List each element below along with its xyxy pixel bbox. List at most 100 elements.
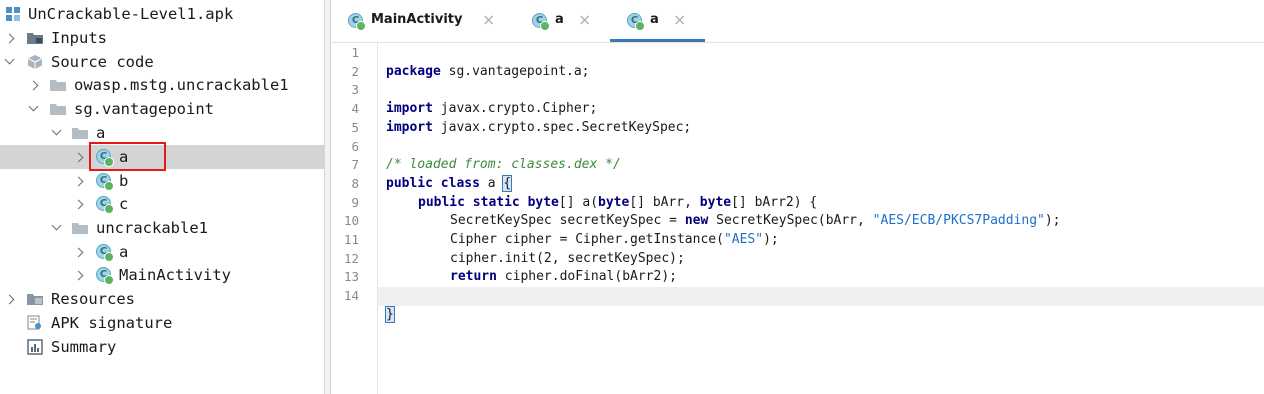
tree-item-package-owasp[interactable]: owasp.mstg.uncrackable1 (0, 73, 324, 97)
tree-item-class-a-uncrackable1[interactable]: C a (0, 240, 324, 264)
tree-item-source-code[interactable]: Source code (0, 50, 324, 74)
tree-item-package-sg-vantagepoint[interactable]: sg.vantagepoint (0, 97, 324, 121)
line-number: 1 (351, 45, 359, 60)
tab-a-1[interactable]: C a × (515, 0, 605, 42)
tab-label: a (555, 12, 564, 27)
class-icon: C (96, 196, 114, 214)
keyword: import (386, 119, 433, 135)
tree-item-label: APK signature (51, 314, 173, 332)
line-number: 14 (343, 288, 359, 304)
line-number: 3 (351, 82, 359, 98)
line-number: 13 (343, 269, 359, 285)
code-line-4: import javax.crypto.spec.SecretKeySpec; (378, 100, 1264, 135)
chevron-down-icon[interactable] (51, 125, 62, 136)
class-icon: C (96, 173, 114, 191)
tree-item-label: UnCrackable-Level1.apk (28, 5, 234, 23)
tree-item-label: Resources (51, 290, 135, 308)
chevron-down-icon[interactable] (4, 54, 15, 65)
tree-item-class-c[interactable]: C c (0, 192, 324, 216)
line-number: 9 (351, 194, 359, 210)
keyword: package (386, 63, 441, 79)
chevron-right-icon[interactable] (73, 176, 84, 187)
class-icon: C (96, 267, 114, 285)
tree-item-label: a (119, 243, 129, 261)
inputs-folder-icon (27, 33, 43, 44)
tree-item-label: Source code (51, 53, 154, 71)
tree-item-label: Summary (51, 338, 117, 356)
tree-item-class-mainactivity[interactable]: C MainActivity (0, 263, 324, 287)
code-line-13: } (378, 268, 1264, 303)
package-folder-icon (72, 223, 88, 234)
code-line-11: cipher.init(2, secretKeySpec); (378, 231, 1264, 266)
chevron-right-icon[interactable] (28, 80, 39, 91)
tree-item-summary[interactable]: Summary (0, 335, 324, 359)
close-icon[interactable]: × (673, 10, 686, 30)
chevron-right-icon[interactable] (4, 33, 15, 44)
class-icon: C (627, 13, 645, 31)
chevron-right-icon[interactable] (73, 199, 84, 210)
code-line-1: package sg.vantagepoint.a; (378, 44, 1264, 79)
tree-item-label: sg.vantagepoint (74, 100, 214, 118)
tree-item-root[interactable]: UnCrackable-Level1.apk (0, 2, 324, 26)
package-folder-icon (50, 80, 66, 91)
chevron-right-icon[interactable] (73, 270, 84, 281)
code-line-14-current: } (378, 287, 1264, 323)
line-number: 5 (351, 119, 359, 135)
certificate-icon (27, 315, 41, 330)
selection-highlight-box (89, 142, 166, 171)
package-folder-icon (50, 104, 66, 115)
tree-item-label: MainActivity (119, 266, 231, 284)
line-number: 11 (343, 232, 359, 247)
chevron-right-icon[interactable] (4, 294, 15, 305)
chevron-down-icon[interactable] (51, 220, 62, 231)
class-icon: C (96, 244, 114, 262)
code-editor: C MainActivity × C a × C a × 1 2 3 4 5 6… (331, 0, 1264, 394)
line-number: 10 (343, 213, 359, 229)
chevron-right-icon[interactable] (73, 247, 84, 258)
line-number: 6 (351, 138, 359, 154)
tree-item-label: Inputs (51, 29, 107, 47)
tab-label: a (650, 12, 659, 27)
code-line-12: return cipher.doFinal(bArr2); (378, 250, 1264, 284)
tree-item-resources[interactable]: Resources (0, 287, 324, 311)
tree-item-inputs[interactable]: Inputs (0, 26, 324, 50)
line-number: 4 (351, 101, 359, 117)
tree-item-package-uncrackable1[interactable]: uncrackable1 (0, 216, 324, 240)
line-number-gutter: 1 2 3 4 5 6 7 8 9 10 11 12 13 14 (331, 43, 378, 394)
source-code-icon (27, 55, 43, 69)
code-line-8: public static byte[] a(byte[] bArr, byte… (378, 175, 1264, 210)
line-number: 12 (343, 250, 359, 266)
tree-item-label: b (119, 172, 129, 190)
summary-icon (27, 339, 43, 355)
tree-item-class-b[interactable]: C b (0, 169, 324, 193)
code-text: sg.vantagepoint.a; (440, 63, 590, 79)
resources-folder-icon (27, 294, 43, 305)
line-number: 7 (351, 157, 359, 173)
matched-brace: } (385, 305, 395, 323)
line-number: 2 (351, 63, 359, 79)
tab-label: MainActivity (371, 12, 463, 27)
class-icon: C (532, 13, 550, 31)
tree-item-apk-signature[interactable]: APK signature (0, 311, 324, 335)
code-line-9: SecretKeySpec secretKeySpec = new Secret… (378, 194, 1264, 228)
tree-item-label: c (119, 195, 129, 213)
tab-mainactivity[interactable]: C MainActivity × (331, 0, 511, 42)
code-line-7: public class a { (378, 156, 1264, 192)
tab-a-2-active[interactable]: C a × (610, 0, 705, 42)
editor-tab-bar: C MainActivity × C a × C a × (331, 0, 1264, 43)
code-line-3: import javax.crypto.Cipher; (378, 81, 1264, 116)
project-tree: UnCrackable-Level1.apk Inputs Source cod… (0, 0, 324, 394)
code-line-6: /* loaded from: classes.dex */ (378, 138, 1264, 172)
apk-icon (6, 7, 20, 21)
line-number: 8 (351, 175, 359, 191)
code-text-area[interactable]: package sg.vantagepoint.a; import javax.… (378, 43, 1264, 394)
chevron-right-icon[interactable] (73, 152, 84, 163)
chevron-down-icon[interactable] (28, 101, 39, 112)
panel-splitter[interactable] (324, 0, 331, 394)
code-text: javax.crypto.spec.SecretKeySpec; (432, 119, 692, 135)
tree-item-label: a (96, 124, 106, 142)
close-icon[interactable]: × (578, 10, 591, 30)
close-icon[interactable]: × (482, 10, 495, 30)
tree-item-label: owasp.mstg.uncrackable1 (74, 76, 289, 94)
class-icon: C (348, 13, 366, 31)
